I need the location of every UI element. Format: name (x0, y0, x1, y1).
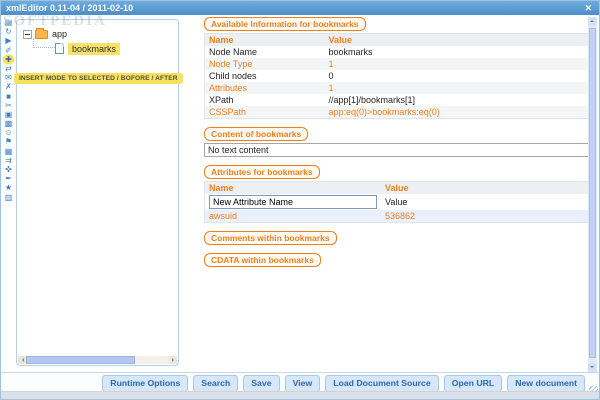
v-scroll-thumb[interactable] (589, 28, 596, 358)
section-title-content: Content of bookmarks (204, 127, 308, 141)
table-row: Node Name bookmarks (205, 46, 589, 58)
col-header-name: Name (205, 34, 325, 47)
table-row: XPath //app[1]/bookmarks[1] (205, 94, 589, 106)
edit-icon[interactable]: ✒ (3, 174, 14, 183)
cut-icon[interactable]: ✂ (3, 101, 14, 110)
runtime-options-button[interactable]: Runtime Options (102, 375, 188, 392)
fill-icon[interactable]: ▩ (3, 119, 14, 128)
new-document-button[interactable]: New document (507, 375, 585, 392)
tree-panel: app bookmarks INSERT MODE TO SELECTED / … (16, 19, 179, 366)
insert-mode-tooltip: INSERT MODE TO SELECTED / BOFORE / AFTER (14, 73, 183, 84)
play-icon[interactable]: ▶ (3, 36, 14, 45)
h-scroll-thumb[interactable] (26, 356, 135, 364)
col-header-value: Value (325, 34, 589, 47)
save-button[interactable]: Save (243, 375, 279, 392)
stop-icon[interactable]: ■ (3, 92, 14, 101)
section-title-available-info: Available Information for bookmarks (204, 17, 366, 31)
section-title-cdata: CDATA within bookmarks (204, 253, 321, 267)
vertical-scrollbar[interactable] (588, 17, 597, 372)
left-toolbar: ▤ ↻ ▶ ✐ ✚ ⇄ ✉ ✗ ■ ✂ ▣ ▩ ☺ ⚑ ▦ ⇉ ✜ ✒ ★ ▥ (2, 18, 15, 202)
title-bar: xmlEditor 0.11-04 / 2011-02-10 ✕ (1, 1, 599, 15)
scroll-right-icon[interactable] (169, 356, 177, 364)
collapse-expander-icon[interactable] (23, 30, 32, 39)
new-attribute-row: Value (205, 194, 589, 210)
share-icon[interactable]: ⇉ (3, 156, 14, 165)
xml-editor-window: xmlEditor 0.11-04 / 2011-02-10 ✕ SOFTPED… (0, 0, 600, 400)
star-icon[interactable]: ★ (3, 183, 14, 192)
tree-horizontal-scrollbar[interactable] (18, 356, 177, 364)
load-document-source-button[interactable]: Load Document Source (325, 375, 439, 392)
new-attribute-value-label[interactable]: Value (381, 194, 589, 210)
mail-icon[interactable]: ✉ (3, 73, 14, 82)
scroll-down-icon[interactable] (588, 363, 597, 372)
window-title: xmlEditor 0.11-04 / 2011-02-10 (6, 3, 133, 13)
col-header-name: Name (205, 182, 382, 195)
user-icon[interactable]: ☺ (3, 128, 14, 137)
book-icon[interactable]: ▥ (3, 193, 14, 202)
tree-node-bookmarks-label[interactable]: bookmarks (68, 43, 120, 55)
footer-toolbar: Runtime Options Search Save View Load Do… (1, 372, 599, 393)
open-url-button[interactable]: Open URL (444, 375, 502, 392)
insert-node-icon[interactable]: ✚ (3, 55, 14, 64)
paste-icon[interactable]: ▣ (3, 110, 14, 119)
clipboard-icon[interactable]: ▦ (3, 147, 14, 156)
node-info-panel: Available Information for bookmarks Name… (204, 17, 589, 269)
document-icon (55, 43, 64, 54)
table-row: Child nodes 0 (205, 70, 589, 82)
node-content-field[interactable]: No text content (204, 143, 589, 157)
flag-icon[interactable]: ⚑ (3, 137, 14, 146)
new-attribute-name-input[interactable] (209, 195, 377, 209)
attribute-row[interactable]: awsuid 536862 (205, 210, 589, 223)
table-header-row: Name Value (205, 34, 589, 47)
section-title-attributes: Attributes for bookmarks (204, 165, 320, 179)
tree-connector-line (33, 38, 55, 48)
close-icon[interactable]: ✕ (584, 2, 592, 14)
swap-arrows-icon[interactable]: ⇄ (3, 64, 14, 73)
scroll-left-icon[interactable] (18, 356, 26, 364)
section-title-comments: Comments within bookmarks (204, 231, 337, 245)
attributes-table: Name Value Value awsuid 536862 (204, 181, 589, 223)
settings-icon[interactable]: ✜ (3, 165, 14, 174)
table-row: CSSPath app:eq(0)>bookmarks:eq(0) (205, 106, 589, 119)
table-row: Node Type 1 (205, 58, 589, 70)
status-strip (1, 391, 599, 399)
wrench-icon[interactable]: ✐ (3, 46, 14, 55)
col-header-value: Value (381, 182, 589, 195)
table-row: Attributes 1 (205, 82, 589, 94)
delete-icon[interactable]: ✗ (3, 82, 14, 91)
view-button[interactable]: View (285, 375, 321, 392)
open-folder-icon[interactable]: ▤ (3, 18, 14, 27)
info-table: Name Value Node Name bookmarks Node Type… (204, 33, 589, 119)
refresh-icon[interactable]: ↻ (3, 27, 14, 36)
search-button[interactable]: Search (193, 375, 238, 392)
tree-node-bookmarks[interactable]: bookmarks (55, 42, 120, 55)
table-header-row: Name Value (205, 182, 589, 195)
scroll-up-icon[interactable] (588, 17, 597, 26)
